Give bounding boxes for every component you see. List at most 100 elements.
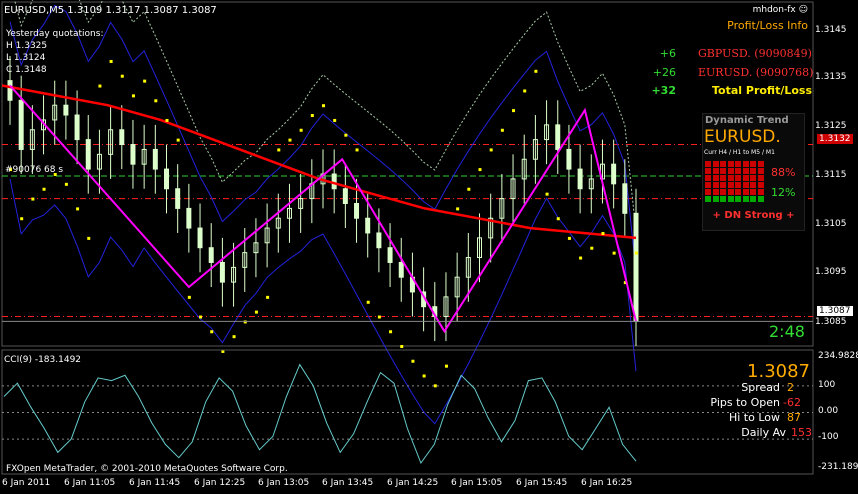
candle-body [175,188,181,209]
sar-dot [131,94,135,98]
sar-dot [523,89,527,93]
sar-dot [199,315,203,319]
dynamic-trend-symbol: EURUSD. [704,127,781,147]
trend-bar-cell [712,161,719,167]
sar-dot [512,109,516,113]
sar-dot [254,310,258,314]
trend-bar-cell [720,161,726,167]
sar-dot [232,335,236,339]
sar-dot [322,104,325,108]
trend-bar-cell [750,175,756,181]
sar-dot [500,128,504,132]
trend-bar-cell [757,175,764,181]
sar-dot [143,79,147,83]
upper-band-line [9,4,637,272]
candle-body [622,183,628,214]
sar-dot [355,148,359,152]
profit-label-eurusd: EURUSD. (9090768) [698,66,814,79]
sar-dot [31,197,35,201]
symbol-header: EURUSD,M5 1.3109 1.3117 1.3087 1.3087 [4,5,217,16]
marker-price-label: 1.3132 [817,134,853,144]
trend-bar-cell [720,196,726,202]
lower-band-line [9,178,637,425]
candle-body [577,168,583,190]
sar-dot [64,182,68,186]
sar-dot [590,246,594,250]
profit-value-eurusd: +26 [652,66,676,79]
profit-label-gbpusd: GBPUSD. (9090849) [698,47,812,60]
order-label: #90076 68 s [5,165,64,175]
brand-label: mhdon-fx ☺ [752,5,808,15]
trend-bar-cell [705,161,711,167]
candle-body [119,129,125,146]
trend-bar-cell [750,168,756,174]
sar-dot [98,84,102,88]
trend-bar-cell [712,196,719,202]
cci-panel[interactable] [1,349,814,475]
trend-bar-cell [735,196,741,202]
candle-body [331,173,337,190]
stat-spread-label: Spread [741,381,780,394]
copyright-footer: FXOpen MetaTrader, © 2001-2010 MetaQuote… [6,464,288,474]
sar-dot [612,251,616,255]
candle-body [633,212,639,322]
candle-body [219,261,225,283]
sar-dot [635,251,638,255]
sar-dot [187,295,191,299]
trend-bar-cell [712,189,719,195]
time-tick: 6 Jan 11:05 [64,478,116,488]
trend-bar-cell [727,196,734,202]
sar-dot [154,99,158,103]
price-panel-border [1,1,814,347]
candle-body [376,232,382,249]
candle-body [387,247,393,263]
candle-timer: 2:48 [769,322,805,341]
stat-spread-value: 2 [787,381,794,394]
profit-info-title: Profit/Loss Info [727,19,808,32]
stat-pips-value: -62 [783,396,801,409]
cci-line [3,363,637,465]
trend-bar-cell [735,182,741,188]
candle-body [186,207,192,229]
cci-tick: 100 [818,380,836,390]
candle-body [566,148,572,170]
trend-bar-cell [727,189,734,195]
candle-body [18,99,24,150]
sar-dot [333,118,337,122]
sar-dot [467,187,471,191]
trend-bar-cell [720,182,726,188]
trend-bar-cell [757,161,764,167]
price-panel[interactable] [1,0,814,425]
sar-dot [478,168,482,172]
sar-dot [210,330,214,334]
trend-bar-cell [727,161,734,167]
trend-bar-cell [705,168,711,174]
trend-bar-cell [735,168,741,174]
trend-bar-cell [735,161,741,167]
trend-bar-cell [720,189,726,195]
trend-bar-cell [720,168,726,174]
sar-dot [444,364,448,368]
candle-body [365,217,371,234]
trend-bar-cell [750,161,756,167]
sar-dot [579,256,583,260]
sar-dot [87,236,91,240]
time-tick: 6 Jan 12:25 [194,478,246,488]
cci-tick: 0.00 [818,406,839,416]
cci-panel-border [1,349,814,475]
trend-bar-cell [750,196,756,202]
candle-body [74,114,80,141]
time-tick: 6 Jan 2011 [2,478,51,488]
trend-bar-cell [742,182,749,188]
price-tick: 1.3115 [815,170,847,180]
trend-bar-cell [742,175,749,181]
time-tick: 6 Jan 11:45 [129,478,181,488]
cci-tick: 234.9828 [818,351,858,361]
trend-pct-up: 88% [771,166,796,179]
cci-price-big: 1.3087 [747,361,810,382]
sar-dot [400,345,404,348]
cci-title: CCI(9) -183.1492 [4,355,82,365]
current-price-label: 1.3087 [817,306,853,316]
price-tick: 1.3095 [815,267,847,277]
trend-bar-cell [727,175,734,181]
